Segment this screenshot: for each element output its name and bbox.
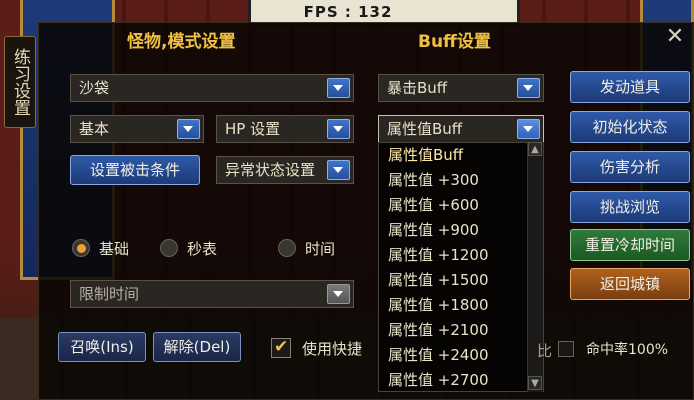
abnormal-state-value: 异常状态设置 [225,161,316,179]
chevron-down-icon [327,119,350,139]
tab-practice-settings[interactable]: 练习设置 [4,36,36,128]
chevron-down-icon [327,78,350,98]
reset-state-button[interactable]: 初始化状态 [570,111,690,143]
summon-button[interactable]: 召唤(Ins) [58,332,146,362]
return-town-button[interactable]: 返回城镇 [570,268,690,300]
dropdown-option[interactable]: 属性值Buff [379,143,543,168]
monster-select[interactable]: 沙袋 [70,74,354,102]
buff-settings-title: Buff设置 [418,32,491,52]
radio-time-label: 时间 [305,240,336,258]
type-select[interactable]: 基本 [70,115,204,143]
damage-analysis-button[interactable]: 伤害分析 [570,151,690,183]
chevron-down-icon [517,78,540,98]
attr-buff-value: 属性值Buff [387,120,463,138]
dropdown-option[interactable]: 属性值 +900 [379,218,543,243]
hp-select-value: HP 设置 [225,120,281,138]
challenge-browse-button[interactable]: 挑战浏览 [570,191,690,223]
fps-counter: FPS : 132 [303,3,393,21]
monster-select-value: 沙袋 [79,79,110,97]
hp-select[interactable]: HP 设置 [216,115,354,143]
hit-condition-button[interactable]: 设置被击条件 [70,155,200,185]
scroll-down-icon[interactable]: ▼ [528,376,542,390]
use-item-button[interactable]: 发动道具 [570,71,690,103]
hit-rate-prefix: 比 [537,342,553,360]
close-icon[interactable]: ✕ [664,26,686,49]
hit-rate-label: 命中率100% [586,342,669,358]
type-select-value: 基本 [79,120,110,138]
radio-stopwatch-label: 秒表 [187,240,218,258]
attr-buff-dropdown-list: 属性值Buff 属性值 +300 属性值 +600 属性值 +900 属性值 +… [378,142,544,392]
quick-use-checkbox[interactable] [271,337,291,358]
quick-use-label: 使用快捷 [302,340,363,358]
dropdown-option[interactable]: 属性值 +1500 [379,268,543,293]
chevron-down-icon [327,284,350,304]
chevron-down-icon [327,160,350,180]
attr-buff-select[interactable]: 属性值Buff [378,115,544,143]
dropdown-option[interactable]: 属性值 +1200 [379,243,543,268]
dismiss-button[interactable]: 解除(Del) [153,332,241,362]
crit-buff-select[interactable]: 暴击Buff [378,74,544,102]
dropdown-option[interactable]: 属性值 +2400 [379,343,543,368]
dropdown-option[interactable]: 属性值 +1800 [379,293,543,318]
abnormal-state-select[interactable]: 异常状态设置 [216,156,354,184]
chevron-down-icon [177,119,200,139]
dropdown-option[interactable]: 属性值 +2100 [379,318,543,343]
scroll-up-icon[interactable]: ▲ [528,142,542,156]
reset-cooldown-button[interactable]: 重置冷却时间 [570,229,690,261]
crit-buff-value: 暴击Buff [387,79,448,97]
chevron-down-icon [517,119,540,139]
time-limit-value: 限制时间 [79,285,140,303]
radio-basic-label: 基础 [99,240,130,258]
radio-basic[interactable] [72,239,90,257]
monster-mode-title: 怪物,模式设置 [127,32,236,52]
radio-stopwatch[interactable] [160,239,178,257]
hit-rate-checkbox[interactable] [558,341,574,357]
dropdown-option[interactable]: 属性值 +2700 [379,368,543,391]
dropdown-option[interactable]: 属性值 +600 [379,193,543,218]
dropdown-option[interactable]: 属性值 +300 [379,168,543,193]
time-limit-select[interactable]: 限制时间 [70,280,354,308]
radio-time[interactable] [278,239,296,257]
